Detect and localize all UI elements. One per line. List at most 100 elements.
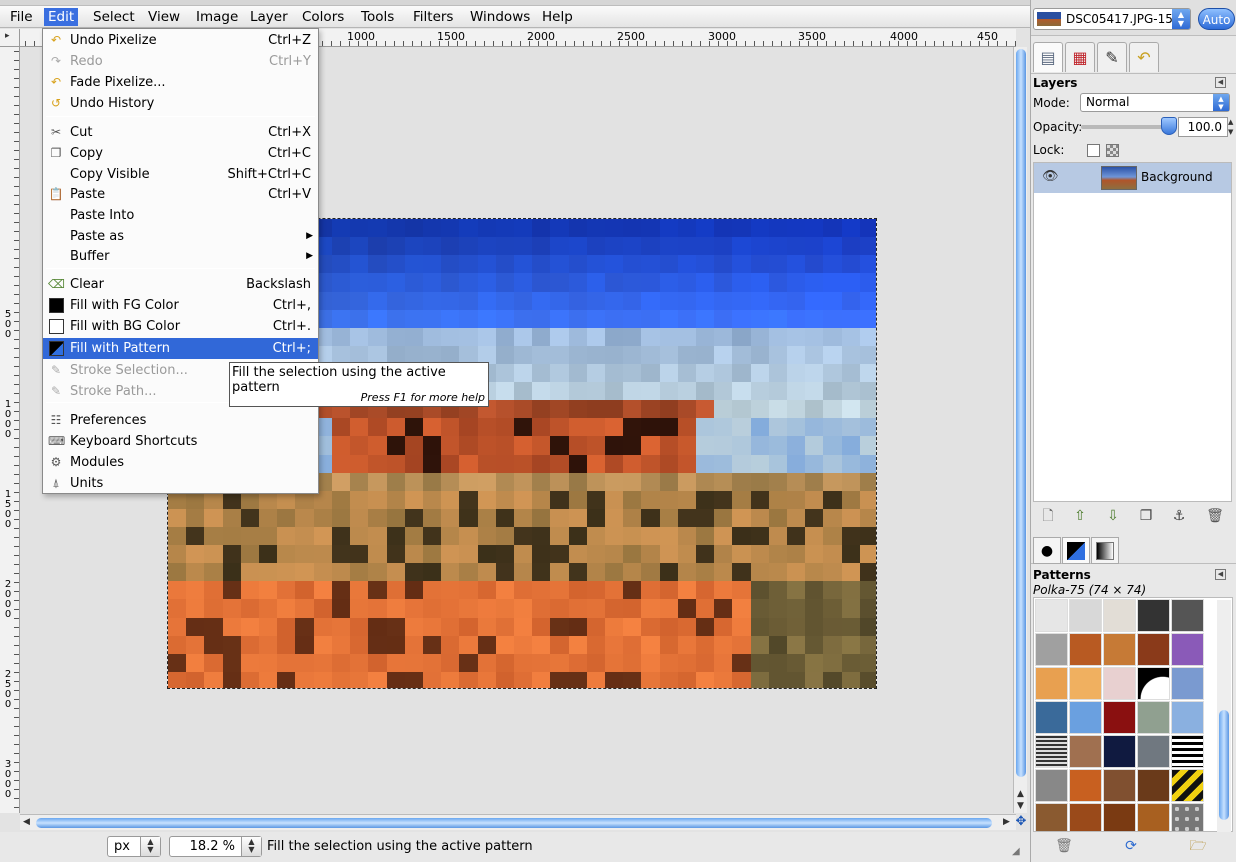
pattern-swatch[interactable] [1103,599,1136,632]
spinner-arrows-icon[interactable]: ▲ ▼ [241,837,261,856]
horizontal-scroll-thumb[interactable] [36,818,992,828]
pattern-swatch[interactable] [1137,667,1170,700]
pattern-swatch[interactable] [1137,633,1170,666]
panel-menu-icon[interactable]: ◀ [1215,77,1226,88]
pattern-swatch[interactable] [1069,599,1102,632]
menu-item-undo-pixelize[interactable]: ↶ Undo Pixelize Ctrl+Z [43,30,318,51]
menu-filters[interactable]: Filters [409,8,457,26]
raise-layer-icon[interactable]: ⇧ [1069,506,1091,526]
menu-item-buffer[interactable]: Buffer ▶ [43,246,318,267]
pattern-swatch[interactable] [1035,803,1068,831]
pattern-swatch[interactable] [1069,803,1102,831]
pattern-swatch[interactable] [1137,769,1170,802]
vertical-ruler[interactable]: 050010001500200025003000 [0,47,20,813]
menu-tools[interactable]: Tools [357,8,398,26]
menu-item-copy[interactable]: ❐ Copy Ctrl+C [43,143,318,164]
pattern-swatch[interactable] [1035,769,1068,802]
menu-item-keyboard-shortcuts[interactable]: ⌨ Keyboard Shortcuts [43,431,318,452]
menu-item-fill-with-fg-color[interactable]: Fill with FG Color Ctrl+, [43,295,318,316]
pattern-swatch[interactable] [1035,701,1068,734]
tab-brushes[interactable]: ● [1033,537,1061,564]
pattern-swatch[interactable] [1035,735,1068,768]
pattern-swatch[interactable] [1035,599,1068,632]
tab-channels[interactable]: ▦ [1065,42,1095,72]
tab-patterns[interactable] [1062,537,1090,564]
layer-row[interactable]: 👁 Background [1034,163,1231,193]
pattern-swatch[interactable] [1171,667,1204,700]
menu-item-cut[interactable]: ✂ Cut Ctrl+X [43,122,318,143]
spinner-arrows-icon[interactable]: ▲ ▼ [140,837,160,856]
auto-button[interactable]: Auto [1198,8,1235,30]
pattern-swatch[interactable] [1171,599,1204,632]
horizontal-scrollbar[interactable]: ◀ ▶ [20,814,1016,830]
menu-item-copy-visible[interactable]: Copy Visible Shift+Ctrl+C [43,164,318,185]
refresh-patterns-icon[interactable]: ⟳ [1120,836,1142,856]
eye-icon[interactable]: 👁 [1042,169,1059,184]
pattern-swatch[interactable] [1103,701,1136,734]
pattern-swatch[interactable] [1103,803,1136,831]
pattern-swatch[interactable] [1171,769,1204,802]
menu-item-preferences[interactable]: ☷ Preferences [43,410,318,431]
pattern-swatch[interactable] [1069,735,1102,768]
pattern-swatch[interactable] [1069,701,1102,734]
spinner-arrows-icon[interactable]: ▲ ▼ [1213,94,1229,111]
delete-layer-icon[interactable]: 🗑 [1204,506,1226,526]
menu-item-paste[interactable]: 📋 Paste Ctrl+V [43,184,318,205]
pattern-grid[interactable] [1033,597,1233,832]
tab-paths[interactable]: ✎ [1097,42,1127,72]
pattern-swatch[interactable] [1103,633,1136,666]
vertical-scroll-thumb[interactable] [1016,49,1026,777]
layer-list[interactable]: 👁 Background [1033,162,1232,502]
menu-windows[interactable]: Windows [466,8,534,26]
pattern-swatch[interactable] [1103,769,1136,802]
scroll-up-icon[interactable]: ▲ [1017,789,1024,799]
ruler-corner-button[interactable]: ▸ [0,29,20,47]
pattern-swatch[interactable] [1171,803,1204,831]
lower-layer-icon[interactable]: ⇩ [1102,506,1124,526]
scroll-down-icon[interactable]: ▼ [1017,801,1024,811]
scroll-left-icon[interactable]: ◀ [23,817,30,827]
new-layer-icon[interactable]: 🗋 [1037,506,1059,526]
pattern-swatch[interactable] [1069,667,1102,700]
patterns-scroll-thumb[interactable] [1219,710,1229,820]
pattern-swatch[interactable] [1137,701,1170,734]
opacity-slider[interactable] [1081,117,1177,135]
menu-select[interactable]: Select [89,8,139,26]
menu-view[interactable]: View [144,8,184,26]
menu-help[interactable]: Help [538,8,577,26]
opacity-spinner-icon[interactable]: ▲ ▼ [1228,117,1236,137]
scroll-right-icon[interactable]: ▶ [1003,817,1010,827]
menu-layer[interactable]: Layer [246,8,292,26]
duplicate-layer-icon[interactable]: ❐ [1135,506,1157,526]
pattern-swatch[interactable] [1137,599,1170,632]
pattern-swatch[interactable] [1069,769,1102,802]
zoom-selector[interactable]: 18.2 % ▲ ▼ [169,836,262,857]
menu-item-units[interactable]: ⍋ Units [43,473,318,494]
menu-item-redo[interactable]: ↷ Redo Ctrl+Y [43,51,318,72]
menu-item-fill-with-pattern[interactable]: Fill with Pattern Ctrl+; [43,338,318,359]
delete-pattern-icon[interactable]: 🗑 [1053,836,1075,856]
tab-gradients[interactable] [1091,537,1119,564]
pattern-swatch[interactable] [1035,667,1068,700]
opacity-input[interactable]: 100.0 [1178,117,1228,137]
lock-alpha-icon[interactable] [1106,144,1119,157]
menu-item-undo-history[interactable]: ↺ Undo History [43,93,318,114]
navigate-icon[interactable]: ✥ [1014,814,1028,830]
anchor-layer-icon[interactable]: ⚓ [1168,506,1190,526]
panel-menu-icon[interactable]: ◀ [1215,569,1226,580]
mode-selector[interactable]: Normal ▲ ▼ [1080,93,1230,112]
pattern-swatch[interactable] [1103,735,1136,768]
menu-item-modules[interactable]: ⚙ Modules [43,452,318,473]
pattern-swatch[interactable] [1069,633,1102,666]
menu-item-fade-pixelize[interactable]: ↶ Fade Pixelize... [43,72,318,93]
pattern-swatch[interactable] [1035,633,1068,666]
spinner-arrows-icon[interactable]: ▲ ▼ [1172,9,1190,29]
menu-item-paste-into[interactable]: Paste Into [43,205,318,226]
pattern-swatch[interactable] [1137,803,1170,831]
menu-item-paste-as[interactable]: Paste as ▶ [43,226,318,247]
tab-layers[interactable]: ▤ [1033,42,1063,72]
menu-edit[interactable]: Edit [44,8,79,26]
image-selector[interactable]: DSC05417.JPG-15 ▲ ▼ [1033,8,1191,30]
resize-grip-icon[interactable]: ◢ [1012,846,1028,860]
unit-selector[interactable]: px ▲ ▼ [107,836,161,857]
